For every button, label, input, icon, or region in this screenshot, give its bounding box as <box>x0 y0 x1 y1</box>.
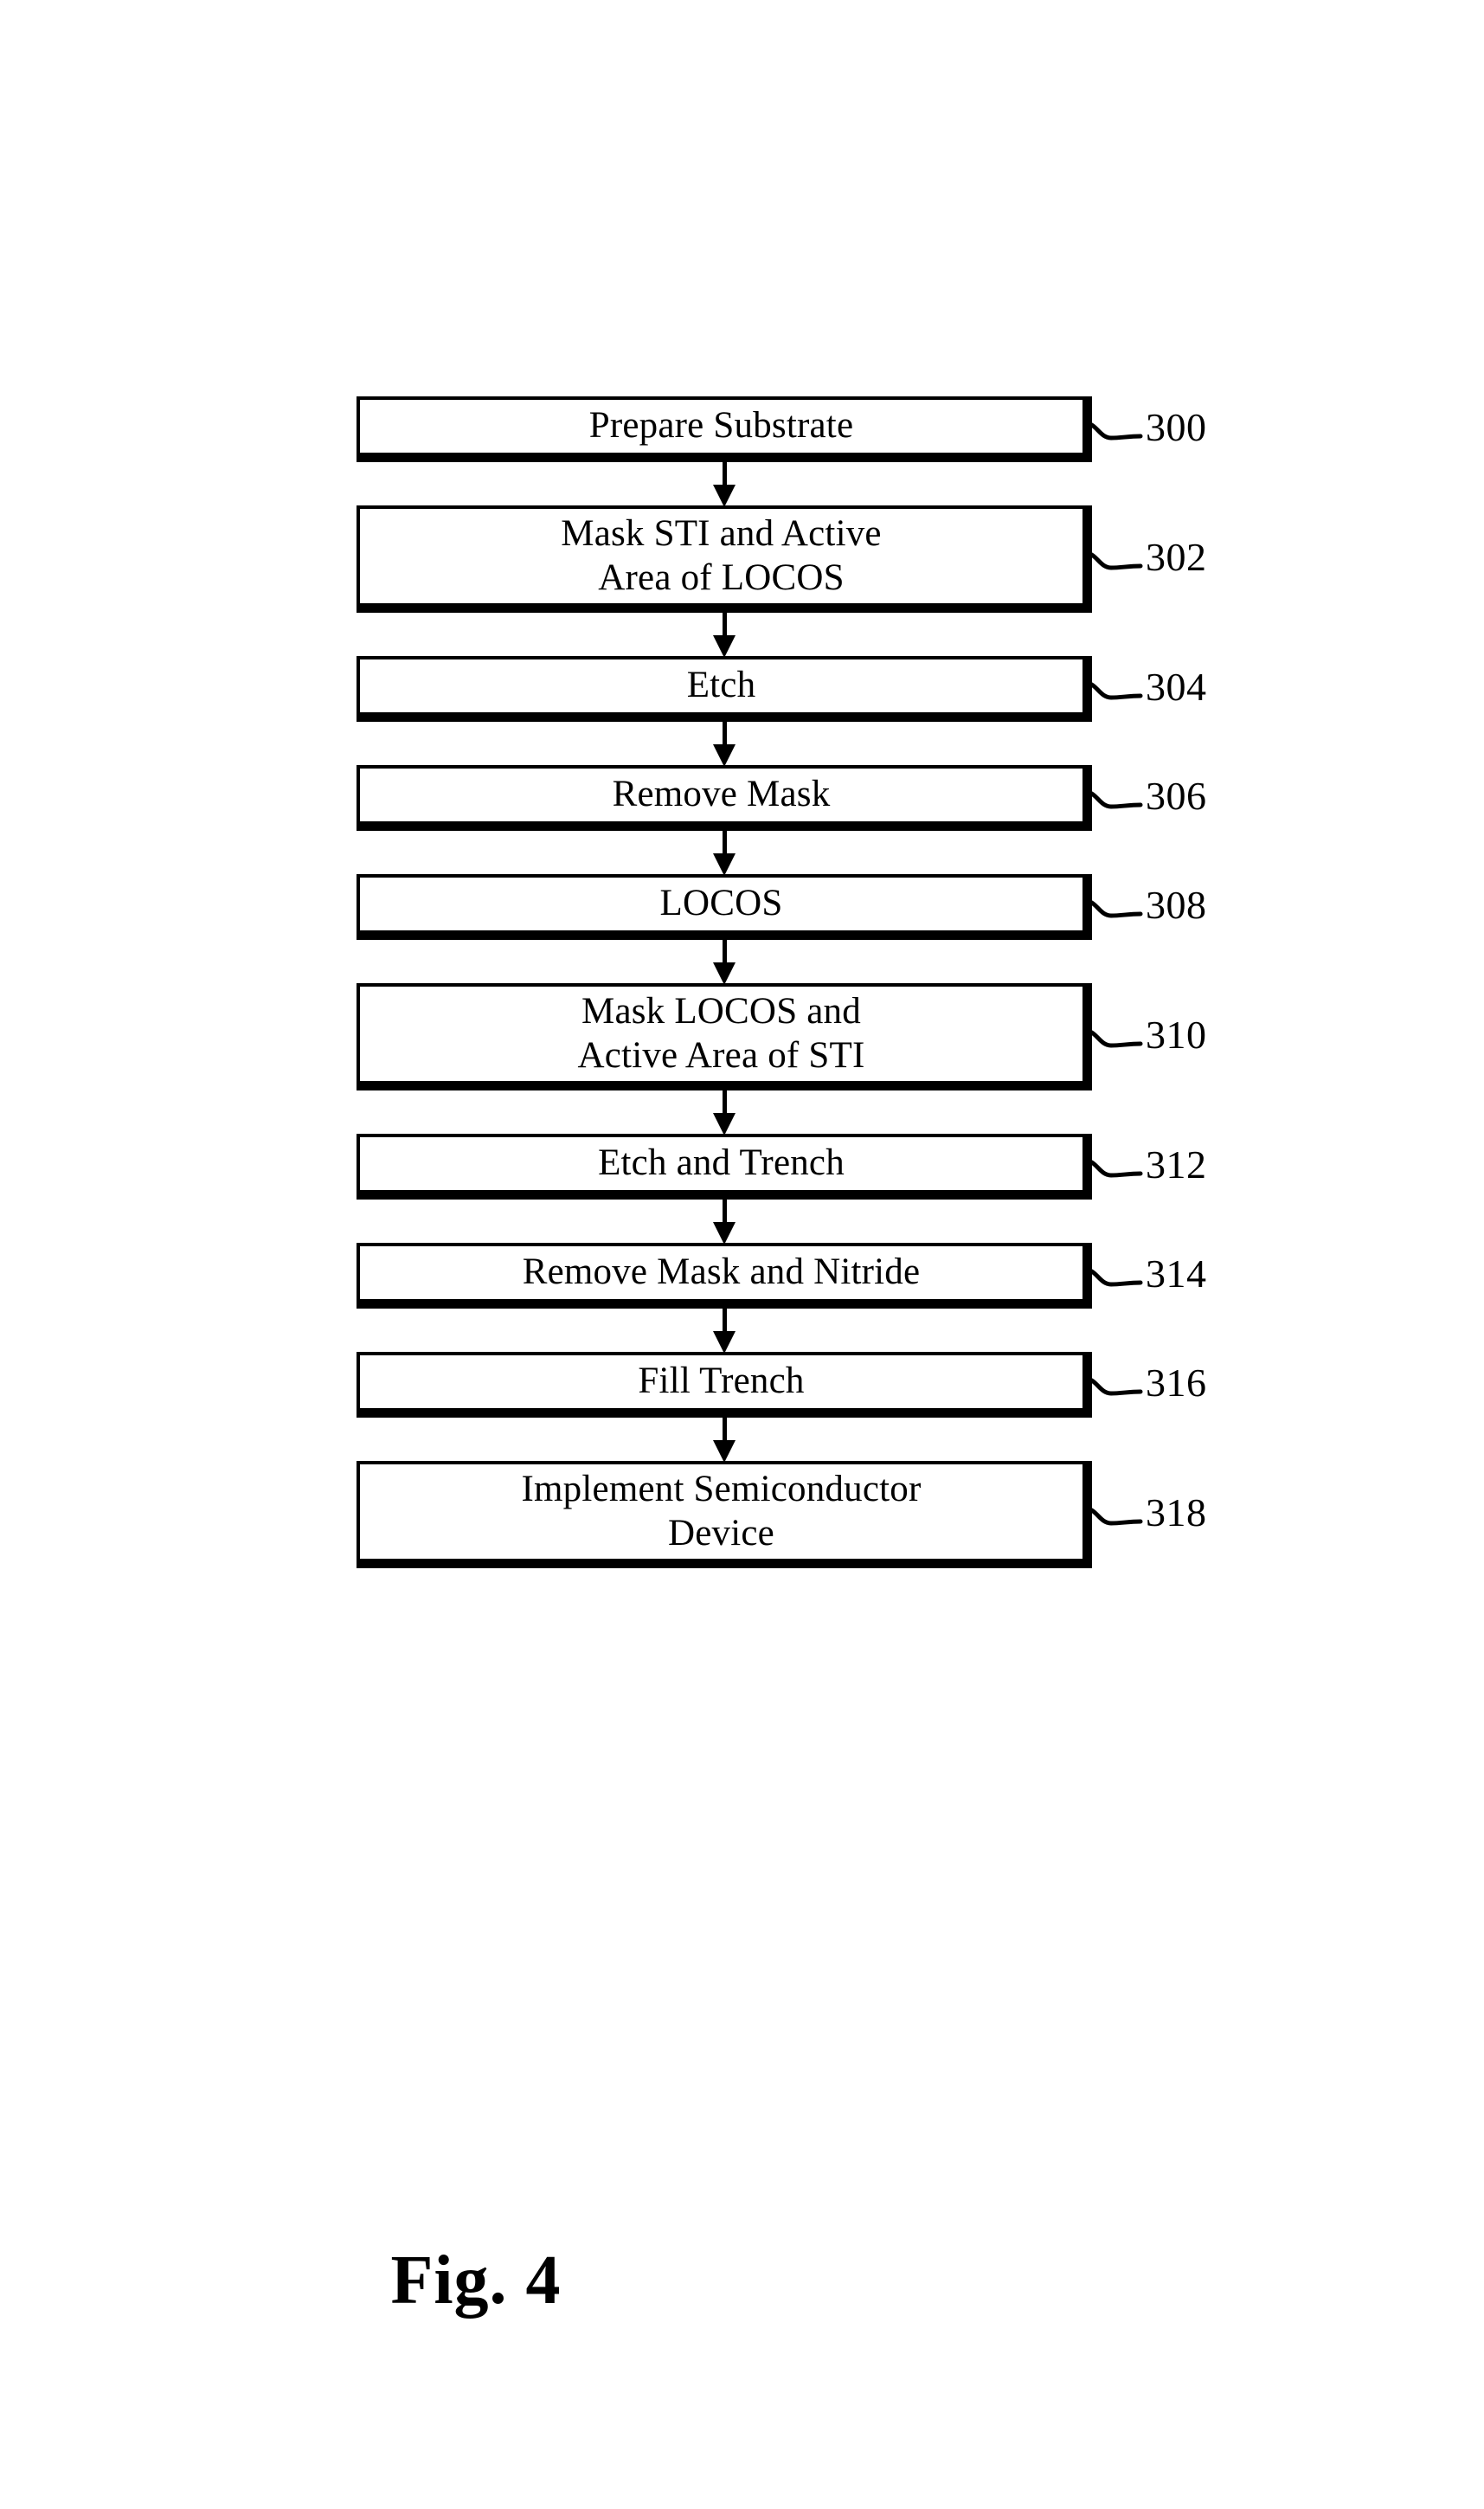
flow-connector-arrow <box>357 613 1092 658</box>
flow-step-314: Remove Mask and Nitride <box>357 1243 1092 1309</box>
arrow-head-icon <box>713 1113 736 1135</box>
flow-connector-arrow <box>357 1418 1092 1463</box>
flow-connector-arrow <box>357 722 1092 767</box>
flow-connector-arrow <box>357 1309 1092 1354</box>
leader-line-squiggle-icon <box>1083 1159 1143 1178</box>
leader-line-squiggle-icon <box>1083 421 1143 441</box>
arrow-head-icon <box>713 962 736 985</box>
arrow-head-icon <box>713 635 736 658</box>
leader-line-squiggle-icon <box>1083 551 1143 570</box>
flow-step-label: LOCOS <box>659 883 783 924</box>
reference-callout-300: 300 <box>1083 403 1207 455</box>
flow-step-310: Mask LOCOS and Active Area of STI <box>357 983 1092 1090</box>
flow-connector-arrow <box>357 462 1092 507</box>
reference-number: 304 <box>1146 665 1207 709</box>
flowchart: Prepare Substrate Mask STI and Active Ar… <box>357 396 1092 1568</box>
flow-step-304: Etch <box>357 656 1092 722</box>
reference-number: 314 <box>1146 1251 1207 1296</box>
flow-step-label: Fill Trench <box>638 1361 805 1402</box>
flow-step-label: Etch and Trench <box>598 1142 845 1184</box>
reference-number: 316 <box>1146 1361 1207 1405</box>
flow-step-318: Implement Semiconductor Device <box>357 1461 1092 1568</box>
arrow-head-icon <box>713 744 736 767</box>
figure-caption: Fig. 4 <box>390 2242 562 2319</box>
flow-step-300: Prepare Substrate <box>357 396 1092 462</box>
leader-line-squiggle-icon <box>1083 681 1143 700</box>
flow-step-316: Fill Trench <box>357 1352 1092 1418</box>
reference-callout-316: 316 <box>1083 1359 1207 1411</box>
flow-step-label: Implement Semiconductor Device <box>521 1468 922 1554</box>
reference-callout-310: 310 <box>1083 1011 1207 1063</box>
leader-line-squiggle-icon <box>1083 1029 1143 1048</box>
reference-number: 310 <box>1146 1013 1207 1057</box>
flow-step-308: LOCOS <box>357 874 1092 940</box>
reference-number: 308 <box>1146 883 1207 927</box>
flow-connector-arrow <box>357 831 1092 876</box>
leader-line-squiggle-icon <box>1083 1507 1143 1526</box>
reference-callout-306: 306 <box>1083 772 1207 824</box>
arrow-head-icon <box>713 1440 736 1463</box>
flow-step-label: Remove Mask and Nitride <box>522 1251 921 1293</box>
reference-callout-318: 318 <box>1083 1489 1207 1541</box>
leader-line-squiggle-icon <box>1083 790 1143 809</box>
patent-figure-sheet: Prepare Substrate Mask STI and Active Ar… <box>0 0 1484 2509</box>
reference-number: 302 <box>1146 535 1207 579</box>
arrow-head-icon <box>713 485 736 507</box>
flow-step-label: Mask LOCOS and Active Area of STI <box>577 990 865 1076</box>
flow-step-label: Remove Mask <box>612 774 831 815</box>
leader-line-squiggle-icon <box>1083 1268 1143 1287</box>
reference-callout-308: 308 <box>1083 881 1207 933</box>
reference-callout-302: 302 <box>1083 533 1207 585</box>
reference-number: 312 <box>1146 1142 1207 1187</box>
leader-line-squiggle-icon <box>1083 1377 1143 1396</box>
flow-step-306: Remove Mask <box>357 765 1092 831</box>
flow-connector-arrow <box>357 1090 1092 1135</box>
flow-step-label: Etch <box>686 665 756 706</box>
arrow-head-icon <box>713 853 736 876</box>
flow-step-label: Mask STI and Active Area of LOCOS <box>561 512 882 598</box>
reference-callout-312: 312 <box>1083 1141 1207 1193</box>
reference-callout-314: 314 <box>1083 1250 1207 1302</box>
reference-number: 300 <box>1146 405 1207 449</box>
flow-connector-arrow <box>357 1200 1092 1245</box>
leader-line-squiggle-icon <box>1083 899 1143 918</box>
arrow-head-icon <box>713 1331 736 1354</box>
flow-connector-arrow <box>357 940 1092 985</box>
flow-step-312: Etch and Trench <box>357 1134 1092 1200</box>
reference-number: 306 <box>1146 774 1207 818</box>
flow-step-label: Prepare Substrate <box>588 405 854 447</box>
arrow-head-icon <box>713 1222 736 1245</box>
reference-number: 318 <box>1146 1490 1207 1534</box>
flow-step-302: Mask STI and Active Area of LOCOS <box>357 505 1092 613</box>
reference-callout-304: 304 <box>1083 663 1207 715</box>
